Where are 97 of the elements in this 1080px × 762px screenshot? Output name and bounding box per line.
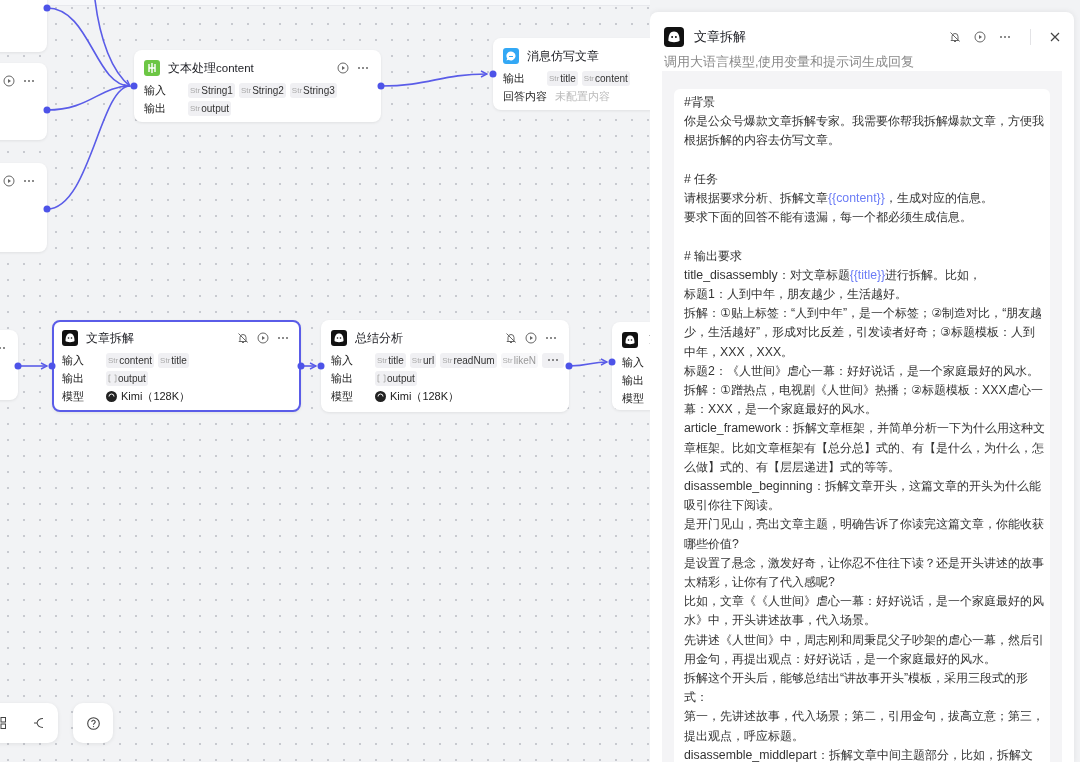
- prompt-line: # 任务: [684, 170, 720, 188]
- bell-off-icon[interactable]: [949, 31, 961, 43]
- prompt-line: 拆解：①贴上标签：“人到中年”，是一个标签；②制造对比，“朋友越少，生活越好”，形成对比反差，引发读者好奇；③标题模板：人到中年，XXX，XXX。: [684, 305, 1044, 361]
- prompt-line: 比如，文章《《人世间》虐心一幕：好好说话，是一个家庭最好的风水》中，开头讲述故事，代入场景。: [684, 593, 1045, 630]
- more-tags-button[interactable]: [542, 352, 564, 368]
- variable-tag: Strtitle: [375, 352, 406, 368]
- connection-port[interactable]: [43, 205, 51, 213]
- play-icon[interactable]: [257, 332, 269, 344]
- connection-port[interactable]: [565, 362, 573, 370]
- array-icon: [108, 373, 117, 383]
- connection-port[interactable]: [377, 82, 385, 90]
- cartoon-face-icon: [664, 27, 684, 47]
- variable-tag: Strtitle: [547, 70, 578, 86]
- field-label: 输入: [331, 352, 354, 368]
- node-card[interactable]: 输入 输出 模型: [612, 322, 650, 410]
- field-label: 输出: [622, 372, 645, 388]
- field-label: 回答内容: [503, 88, 547, 104]
- chat-bubble-icon: [503, 48, 519, 64]
- node-title: 文章拆解: [86, 330, 134, 346]
- connection-port[interactable]: [130, 82, 138, 90]
- prompt-line: 你是公众号爆款文章拆解专家。我需要你帮我拆解爆款文章，方便我根据拆解的内容去仿写文章。: [684, 113, 1045, 150]
- node-description: 调用大语言模型,使用变量和提示词生成回复: [663, 54, 916, 71]
- field-label: 输入: [622, 354, 645, 370]
- connection-port[interactable]: [43, 106, 51, 114]
- field-label: 模型: [622, 390, 645, 406]
- model-name: Kimi（128K）: [106, 388, 191, 404]
- node-card[interactable]: 消息仿写文章 输出 Strtitle Strcontent 回答内容 未配置内容: [493, 38, 650, 110]
- cartoon-face-icon: [331, 330, 347, 346]
- prompt-line: disassemble_beginning：拆解文章开头，这篇文章的开头为什么能吸引你往下阅读。: [684, 478, 1042, 515]
- connection-port[interactable]: [48, 362, 56, 370]
- cartoon-face-icon: [62, 330, 78, 346]
- node-card[interactable]: 总结分析 输入 Strtitle Strurl Str readNum StrlikeN 输出 output 模型 Kimi（128K）: [321, 320, 569, 412]
- connection-port[interactable]: [297, 362, 305, 370]
- prompt-line: 标题2：《人世间》虐心一幕：好好说话，是一个家庭最好的风水。: [684, 362, 1040, 380]
- prompt-line: 拆解这个开头后，能够总结出“讲故事开头”模板，采用三段式的形式：: [684, 670, 1030, 707]
- variable-tag: Strurl: [409, 352, 437, 368]
- field-label: 输出: [62, 370, 85, 386]
- empty-placeholder: 未配置内容: [555, 88, 610, 104]
- field-label: 模型: [62, 388, 85, 404]
- field-label: 输入: [62, 352, 85, 368]
- play-icon[interactable]: [3, 75, 15, 87]
- variable-tag: Strcontent: [106, 352, 155, 368]
- help-button[interactable]: [73, 703, 113, 743]
- prompt-line: 第一，先讲述故事，代入场景；第二，引用金句，拔高立意；第三，提出观点，呼应标题。: [684, 708, 1045, 745]
- connection-port[interactable]: [608, 358, 616, 366]
- variable-tag: output: [106, 370, 148, 386]
- node-card[interactable]: 文章拆解 输入 Strcontent Strtitle 输出 output 模型 Kimi（128K）: [52, 320, 301, 412]
- connection-port[interactable]: [489, 70, 497, 78]
- variable-tag: output: [375, 370, 417, 386]
- help-icon: [86, 716, 100, 730]
- variable-tag: Stroutput: [188, 100, 232, 116]
- play-icon[interactable]: [974, 31, 986, 43]
- panel-title: 文章拆解: [694, 28, 746, 46]
- field-label: 输入: [144, 82, 167, 98]
- prompt-line: # 输出要求: [684, 247, 744, 265]
- model-logo-icon: [106, 390, 117, 402]
- prompt-line: 标题1：人到中年，朋友越少，生活越好。: [684, 286, 908, 303]
- cartoon-face-icon: [622, 332, 638, 348]
- variable-tag: Strcontent: [581, 70, 630, 86]
- play-icon[interactable]: [337, 62, 349, 74]
- variable-tag: Strtitle: [158, 352, 189, 368]
- field-label: 输出: [503, 70, 526, 86]
- chevron-left-icon[interactable]: [32, 717, 45, 729]
- node-title: 文本处理content: [168, 60, 254, 76]
- play-icon[interactable]: [3, 175, 15, 187]
- close-icon[interactable]: [1050, 32, 1060, 42]
- prompt-line: article_framework：拆解文章框架，并简单分析一下为什么用这种文章框架。比如文章框架有【总分总】式的、有【是什么，为什么，怎么做】式的、有【层层递进】式的等等。: [684, 420, 1046, 476]
- node-card[interactable]: 文本处理content 输入 Str String1 Str String2 StrString3 输出 Stroutput: [134, 50, 381, 122]
- prompt-line: 拆解：①蹭热点，电视剧《人世间》热播；②标题模板：XXX虐心一幕：XXX，是一个家庭最好的风水。: [684, 382, 1044, 419]
- node-title: 消息仿写文章: [527, 48, 599, 64]
- bell-off-icon[interactable]: [237, 332, 249, 344]
- variable-tag: StrlikeN: [500, 352, 538, 368]
- prompt-line: #背景: [684, 94, 716, 111]
- prompt-line: 是开门见山，亮出文章主题，明确告诉了你读完这篇文章，你能收获哪些价值?: [684, 516, 1045, 553]
- prompt-line: disassemble_middlepart：拆解文章中间主题部分，比如，拆解文: [684, 746, 1034, 762]
- variable-tag: Str readNum: [440, 352, 497, 368]
- field-label: 输出: [331, 370, 354, 386]
- variable-tag: StrString3: [289, 82, 337, 98]
- prompt-line: 先讲述《人世间》中，周志刚和周秉昆父子吵架的虐心一幕，然后引用金句，再提出观点：好好说话，是一个家庭最好的风水。: [684, 631, 1045, 668]
- connection-port[interactable]: [317, 362, 325, 370]
- field-label: 模型: [331, 388, 354, 404]
- node-title: 总结分析: [355, 330, 403, 346]
- prompt-line: title_disassembly：对文章标题{{title}}进行拆解。比如，: [684, 266, 983, 284]
- connection-port[interactable]: [14, 362, 22, 370]
- prompt-line: 是设置了悬念，激发好奇，让你忍不住往下读？还是开头讲述的故事太精彩，让你有了代入感呢?: [684, 554, 1045, 592]
- prompt-line: 请根据要求分析、拆解文章{{content}}，生成对应的信息。: [684, 190, 994, 207]
- prompt-line: 要求下面的回答不能有遗漏，每一个都必须生成信息。: [684, 209, 973, 227]
- connection-port[interactable]: [43, 4, 51, 12]
- play-icon[interactable]: [525, 332, 537, 344]
- model-logo-icon: [375, 390, 386, 402]
- array-icon: [377, 373, 386, 383]
- model-name: Kimi（128K）: [375, 388, 460, 404]
- variable-tag: Str String1: [188, 82, 235, 98]
- text-process-icon: [144, 60, 160, 76]
- variable-tag: Str String2: [238, 82, 286, 98]
- bell-off-icon[interactable]: [505, 332, 517, 344]
- field-label: 输出: [144, 100, 167, 116]
